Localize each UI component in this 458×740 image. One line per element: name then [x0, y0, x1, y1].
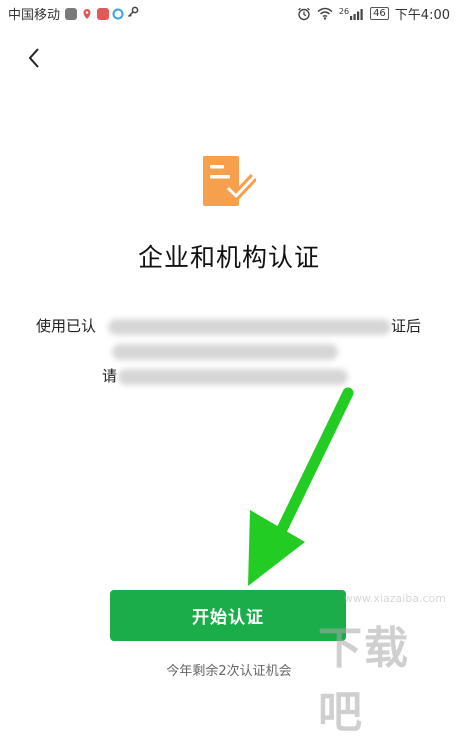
certificate-document-icon [202, 155, 258, 209]
blurred-text [112, 344, 338, 360]
chevron-left-icon [28, 48, 39, 68]
status-bar-left: 中国移动 [8, 4, 139, 23]
blurred-text [108, 319, 391, 335]
back-button[interactable] [18, 42, 50, 74]
start-verification-button[interactable]: 开始认证 [110, 590, 346, 641]
watermark-logo: 下载吧 www.xiazaiba.com [318, 592, 454, 738]
key-notification-icon [127, 6, 139, 22]
wifi-icon [317, 7, 333, 20]
status-bar-right: 26 46 下午4:00 [297, 4, 450, 23]
page-title: 企业和机构认证 [137, 243, 320, 272]
watermark-logo-text: 下载吧 [318, 623, 410, 738]
blurred-text [118, 369, 348, 385]
alarm-icon [297, 7, 311, 21]
app-notification-icon [65, 7, 78, 20]
camera-notification-icon [97, 7, 110, 20]
description-line: 请 [36, 364, 422, 389]
carrier-name: 中国移动 [8, 8, 61, 23]
description-line [36, 339, 422, 364]
battery-indicator: 46 [370, 7, 389, 20]
description-line-start: 使用已认 [36, 317, 97, 335]
map-pin-notification-icon [80, 6, 95, 21]
description-line-start: 请 [102, 367, 118, 385]
browser-notification-icon [112, 7, 125, 20]
network-type: 26 [338, 6, 350, 16]
description-line-end: 证后 [391, 317, 422, 335]
description: 使用已认 证后 请 [36, 314, 422, 389]
status-bar: 中国移动 26 46 下午4:00 [0, 0, 458, 24]
clock: 下午4:00 [394, 8, 450, 23]
watermark-site: www.xiazaiba.com [343, 592, 446, 605]
description-line: 使用已认 证后 [36, 314, 422, 339]
signal-strength-icon: 26 [338, 6, 364, 20]
